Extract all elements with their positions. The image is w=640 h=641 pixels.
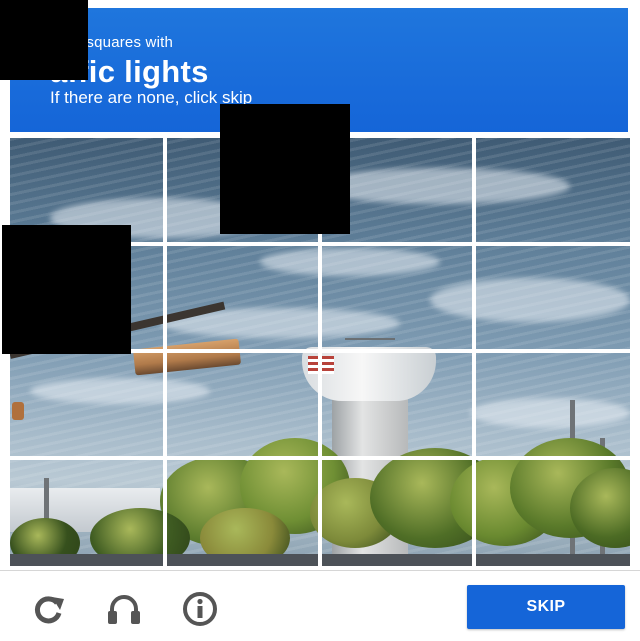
headphones-icon	[104, 589, 144, 634]
tile-image	[476, 460, 630, 566]
image-tile[interactable]	[476, 246, 630, 349]
tile-image	[476, 138, 630, 242]
redaction-box-top-left	[0, 0, 88, 80]
info-icon	[180, 589, 220, 634]
tile-image	[476, 353, 630, 456]
image-tile[interactable]	[167, 353, 318, 456]
image-tile[interactable]	[167, 246, 318, 349]
image-tile[interactable]	[10, 353, 163, 456]
tile-image	[322, 353, 472, 456]
reload-button[interactable]	[28, 591, 68, 631]
image-tile[interactable]	[167, 460, 318, 566]
reload-icon	[28, 589, 68, 634]
tile-image	[167, 460, 318, 566]
tile-image	[322, 460, 472, 566]
captcha-widget: ct all squares with affic lights If ther…	[0, 0, 640, 641]
tile-image	[476, 246, 630, 349]
tile-image	[167, 246, 318, 349]
tile-image	[167, 353, 318, 456]
image-tile[interactable]	[322, 246, 472, 349]
tile-image	[10, 353, 163, 456]
redaction-box-upper-middle	[220, 104, 350, 234]
image-tile[interactable]	[476, 138, 630, 242]
redaction-box-left	[2, 225, 131, 354]
image-tile[interactable]	[322, 353, 472, 456]
image-tile[interactable]	[10, 460, 163, 566]
tile-image	[10, 460, 163, 566]
help-button[interactable]	[180, 591, 220, 631]
captcha-footer: SKIP	[0, 570, 640, 641]
audio-challenge-button[interactable]	[104, 591, 144, 631]
image-tile[interactable]	[322, 460, 472, 566]
image-tile[interactable]	[476, 353, 630, 456]
tile-image	[322, 246, 472, 349]
image-tile[interactable]	[476, 460, 630, 566]
skip-button[interactable]: SKIP	[467, 585, 625, 629]
